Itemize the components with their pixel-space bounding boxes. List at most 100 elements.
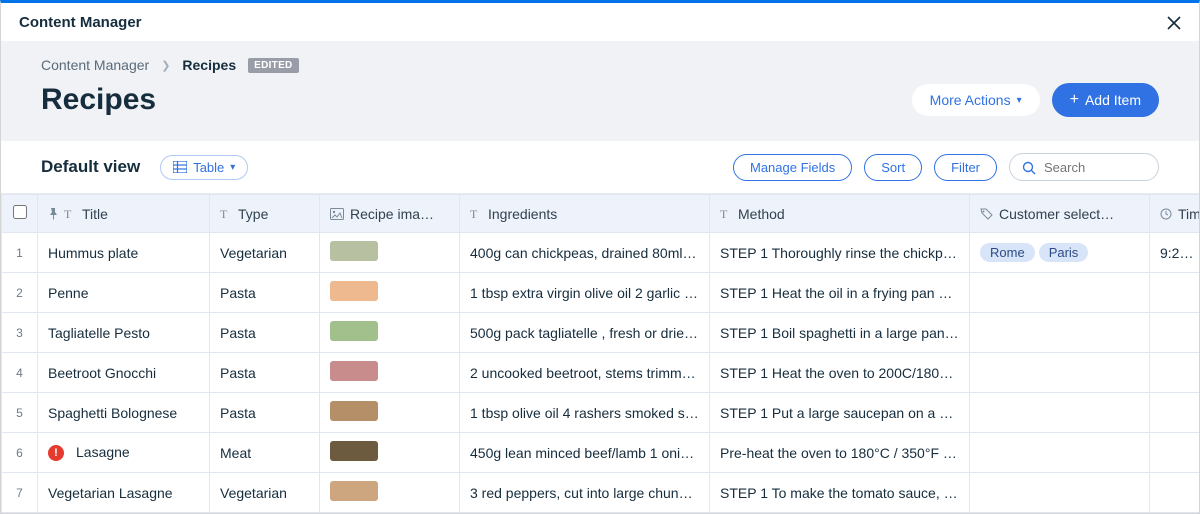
thumbnail-image [330,281,378,301]
chevron-down-icon: ▾ [230,162,235,173]
cell-title[interactable]: Spaghetti Bolognese [38,393,210,433]
cell-customer[interactable] [970,313,1150,353]
cell-ingredients[interactable]: 3 red peppers, cut into large chunks 2 a… [460,473,710,513]
text-type-icon: T [64,208,76,220]
cell-customer[interactable]: RomeParis [970,233,1150,273]
thumbnail-image [330,441,378,461]
select-all-checkbox[interactable] [13,205,27,219]
cell-image[interactable] [320,433,460,473]
thumbnail-image [330,241,378,261]
cell-ingredients[interactable]: 2 uncooked beetroot, stems trimmed (2… [460,353,710,393]
more-actions-button[interactable]: More Actions ▾ [912,84,1040,116]
chevron-right-icon: ❯ [161,59,170,72]
cell-time[interactable] [1150,393,1200,433]
image-icon [330,208,344,220]
table-row[interactable]: 7Vegetarian LasagneVegetarian 3 red peppe… [2,473,1200,513]
pin-icon [48,208,58,220]
cell-image[interactable] [320,313,460,353]
cell-ingredients[interactable]: 500g pack tagliatelle , fresh or dried 2… [460,313,710,353]
view-type-label: Table [193,160,224,175]
cell-type[interactable]: Pasta [210,273,320,313]
tag[interactable]: Paris [1039,243,1089,262]
cell-time[interactable] [1150,433,1200,473]
cell-ingredients[interactable]: 1 tbsp extra virgin olive oil 2 garlic c… [460,273,710,313]
tag-icon [980,208,993,220]
cell-method[interactable]: STEP 1 To make the tomato sauce, heat th… [710,473,970,513]
cell-method[interactable]: Pre-heat the oven to 180°C / 350°F / Gas… [710,433,970,473]
filter-button[interactable]: Filter [934,154,997,181]
breadcrumb-current[interactable]: Recipes [182,57,236,73]
alert-icon: ! [48,445,64,461]
plus-icon: + [1070,91,1079,109]
row-number: 2 [2,273,38,313]
column-ingredients-label: Ingredients [488,206,557,222]
row-number: 7 [2,473,38,513]
row-number: 3 [2,313,38,353]
cell-title[interactable]: Vegetarian Lasagne [38,473,210,513]
cell-customer[interactable] [970,433,1150,473]
breadcrumb-root[interactable]: Content Manager [41,57,149,73]
cell-type[interactable]: Vegetarian [210,233,320,273]
column-time-label: Time [1178,206,1199,222]
cell-type[interactable]: Vegetarian [210,473,320,513]
search-field[interactable] [1009,153,1159,181]
manage-fields-button[interactable]: Manage Fields [733,154,852,181]
sort-button[interactable]: Sort [864,154,922,181]
cell-time[interactable] [1150,473,1200,513]
page-title: Recipes [41,83,299,117]
cell-customer[interactable] [970,353,1150,393]
cell-image[interactable] [320,233,460,273]
cell-title[interactable]: Penne [38,273,210,313]
text-type-icon: T [220,208,232,220]
window-title: Content Manager [19,14,142,31]
table-row[interactable]: 5Spaghetti BolognesePasta1 tbsp olive oi… [2,393,1200,433]
tag[interactable]: Rome [980,243,1035,262]
row-number: 1 [2,233,38,273]
cell-method[interactable]: STEP 1 Put a large saucepan on a medium … [710,393,970,433]
cell-ingredients[interactable]: 1 tbsp olive oil 4 rashers smoked streak… [460,393,710,433]
view-type-selector[interactable]: Table ▾ [160,155,248,180]
cell-method[interactable]: STEP 1 Heat the oil in a frying pan over… [710,273,970,313]
svg-text:T: T [64,208,72,220]
cell-title[interactable]: Hummus plate [38,233,210,273]
table-row[interactable]: 4Beetroot GnocchiPasta2 uncooked beetroo… [2,353,1200,393]
thumbnail-image [330,401,378,421]
cell-customer[interactable] [970,273,1150,313]
cell-title[interactable]: !Lasagne [38,433,210,473]
edited-badge: EDITED [248,58,298,73]
table-row[interactable]: 6!LasagneMeat450g lean minced beef/lamb … [2,433,1200,473]
cell-time[interactable] [1150,273,1200,313]
cell-image[interactable] [320,393,460,433]
cell-title[interactable]: Tagliatelle Pesto [38,313,210,353]
cell-image[interactable] [320,473,460,513]
column-type-label: Type [238,206,268,222]
table-row[interactable]: 1Hummus plateVegetarian 400g can chickpea… [2,233,1200,273]
cell-type[interactable]: Pasta [210,313,320,353]
cell-method[interactable]: STEP 1 Boil spaghetti in a large pan acc… [710,313,970,353]
cell-customer[interactable] [970,473,1150,513]
cell-time[interactable] [1150,313,1200,353]
cell-method[interactable]: STEP 1 Thoroughly rinse the chickpeas in… [710,233,970,273]
add-item-button[interactable]: + Add Item [1052,83,1159,117]
cell-customer[interactable] [970,393,1150,433]
cell-method[interactable]: STEP 1 Heat the oven to 200C/180C fan/ g… [710,353,970,393]
text-type-icon: T [720,208,732,220]
cell-title[interactable]: Beetroot Gnocchi [38,353,210,393]
cell-type[interactable]: Pasta [210,393,320,433]
cell-image[interactable] [320,353,460,393]
svg-text:T: T [720,208,728,220]
search-input[interactable] [1044,160,1146,175]
close-button[interactable] [1167,13,1181,31]
cell-ingredients[interactable]: 450g lean minced beef/lamb 1 onion 1 … [460,433,710,473]
cell-time[interactable]: 9:22 PM [1150,233,1200,273]
cell-time[interactable] [1150,353,1200,393]
cell-ingredients[interactable]: 400g can chickpeas, drained 80ml extr… [460,233,710,273]
cell-type[interactable]: Meat [210,433,320,473]
cell-type[interactable]: Pasta [210,353,320,393]
breadcrumb: Content Manager ❯ Recipes EDITED [41,57,299,73]
thumbnail-image [330,481,378,501]
table-row[interactable]: 2PennePasta 1 tbsp extra virgin olive oil… [2,273,1200,313]
table-row[interactable]: 3Tagliatelle PestoPasta 500g pack tagliat… [2,313,1200,353]
cell-image[interactable] [320,273,460,313]
svg-text:T: T [470,208,478,220]
